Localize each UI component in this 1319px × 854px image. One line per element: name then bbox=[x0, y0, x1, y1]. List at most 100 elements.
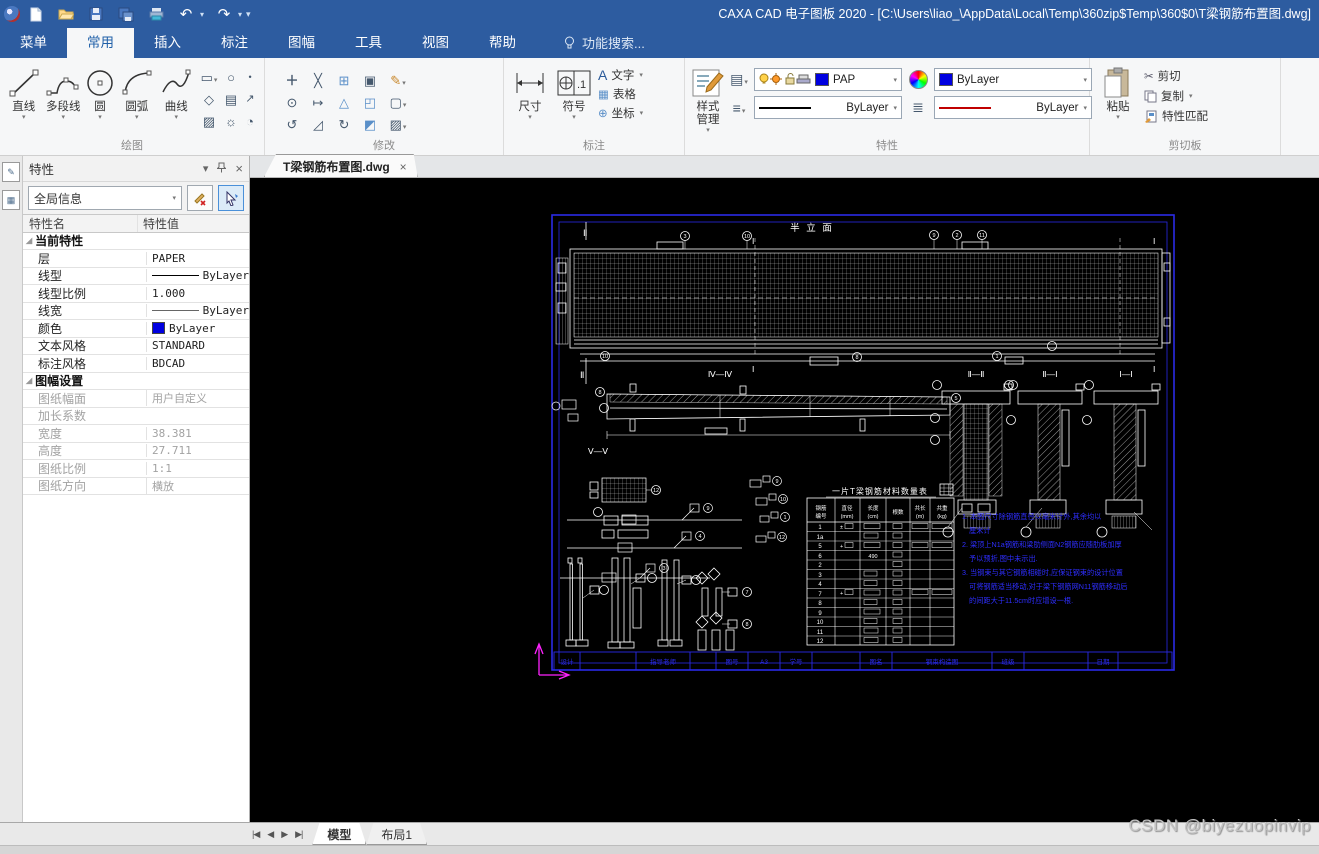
mirror-icon[interactable]: △ bbox=[339, 96, 349, 109]
tab-insert[interactable]: 插入 bbox=[134, 25, 201, 58]
polyline-tool[interactable]: 多段线 ▾ bbox=[45, 63, 80, 121]
first-tab-icon[interactable]: |◀ bbox=[252, 829, 260, 840]
tab-nav-arrows[interactable]: |◀ ◀ ▶ ▶| bbox=[252, 823, 303, 845]
menu-button[interactable]: 菜单 bbox=[0, 25, 67, 58]
redo-icon[interactable]: ↷ bbox=[214, 4, 234, 24]
save-all-icon[interactable] bbox=[116, 4, 136, 24]
section-sheet[interactable]: ◢ 图幅设置 bbox=[23, 373, 249, 390]
linetype-combo[interactable]: ByLayer ▾ bbox=[754, 96, 902, 119]
tab-model[interactable]: 模型 bbox=[312, 823, 366, 845]
tab-view[interactable]: 视图 bbox=[402, 25, 469, 58]
prop-row-linetype[interactable]: 线型 ByLayer bbox=[23, 268, 249, 285]
prop-row-sheetsize[interactable]: 图纸幅面 用户自定义 bbox=[23, 390, 249, 408]
layer-combo[interactable]: PAP ▾ bbox=[754, 68, 902, 91]
offset-icon[interactable]: ⊙ bbox=[287, 96, 298, 109]
prop-row-color[interactable]: 颜色 ByLayer bbox=[23, 320, 249, 338]
hatch-icon[interactable]: ▨ bbox=[203, 115, 215, 128]
new-file-icon[interactable] bbox=[26, 4, 46, 24]
coordinate-tool[interactable]: ⊕ 坐标 ▾ bbox=[598, 105, 643, 121]
rectangle-icon[interactable]: ▭▾ bbox=[201, 71, 218, 84]
point-icon[interactable]: • bbox=[248, 72, 251, 82]
hatch-edit-icon[interactable]: ▨▾ bbox=[390, 118, 407, 131]
match-properties-tool[interactable]: 特性匹配 bbox=[1144, 108, 1208, 124]
paste-tool[interactable]: 粘贴 ▾ bbox=[1096, 63, 1140, 121]
prop-row-scale[interactable]: 图纸比例 1:1 bbox=[23, 460, 249, 478]
break-icon[interactable]: ╳ bbox=[314, 74, 322, 87]
move-icon[interactable]: ＋ bbox=[285, 74, 298, 87]
line-tool[interactable]: 直线 ▾ bbox=[6, 63, 41, 121]
function-search[interactable]: 功能搜索... bbox=[564, 33, 645, 52]
undo-dropdown-icon[interactable]: ▾ bbox=[200, 10, 204, 19]
undo-icon[interactable]: ↶ bbox=[176, 4, 196, 24]
circle-tool[interactable]: 圆 ▾ bbox=[85, 63, 115, 121]
tab-layout1[interactable]: 布局1 bbox=[366, 823, 427, 845]
prop-row-textstyle[interactable]: 文本风格 STANDARD bbox=[23, 338, 249, 355]
prop-row-width[interactable]: 宽度 38.381 bbox=[23, 425, 249, 443]
linetype-tool-icon[interactable]: ≡▾ bbox=[733, 100, 746, 116]
dimension-tool[interactable]: 尺寸 ▾ bbox=[510, 63, 550, 121]
tab-annotate[interactable]: 标注 bbox=[201, 25, 268, 58]
lineweight-tool-icon[interactable]: ≣ bbox=[912, 99, 924, 116]
fillet-icon[interactable]: ◰ bbox=[364, 96, 376, 109]
rotate-icon[interactable]: ↺ bbox=[287, 118, 298, 131]
redo-dropdown-icon[interactable]: ▾ bbox=[238, 10, 242, 19]
tab-close-icon[interactable]: × bbox=[400, 160, 407, 174]
document-tab[interactable]: T梁钢筋布置图.dwg × bbox=[264, 154, 418, 177]
quick-select-button[interactable] bbox=[218, 185, 244, 211]
app-icon[interactable] bbox=[4, 6, 20, 22]
spline-tool[interactable]: 曲线 ▾ bbox=[159, 63, 194, 121]
arc-tool[interactable]: 圆弧 ▾ bbox=[119, 63, 154, 121]
open-file-icon[interactable] bbox=[56, 4, 76, 24]
qat-customize-icon[interactable]: ▾ bbox=[246, 9, 251, 20]
lineweight-combo[interactable]: ByLayer ▾ bbox=[934, 96, 1092, 119]
gear-icon[interactable]: ☼ bbox=[225, 115, 237, 128]
text-tool[interactable]: A 文字 ▾ bbox=[598, 67, 643, 83]
prop-row-dimstyle[interactable]: 标注风格 BDCAD bbox=[23, 355, 249, 373]
close-icon[interactable]: × bbox=[235, 161, 243, 176]
pin-icon[interactable] bbox=[216, 162, 228, 176]
pick-icon[interactable]: ↗ bbox=[245, 93, 254, 105]
wipeout-icon[interactable]: ◔ bbox=[246, 115, 254, 128]
layer-tool-icon[interactable]: ▤▾ bbox=[730, 71, 748, 88]
tab-common[interactable]: 常用 bbox=[67, 25, 134, 58]
copy-tool[interactable]: 复制 ▾ bbox=[1144, 88, 1208, 104]
prop-row-orientation[interactable]: 图纸方向 横放 bbox=[23, 477, 249, 495]
prev-tab-icon[interactable]: ◀ bbox=[267, 829, 274, 840]
style-manager-tool[interactable]: 样式管理 ▾ bbox=[691, 63, 725, 134]
cut-tool[interactable]: ✂ 剪切 bbox=[1144, 68, 1208, 84]
color-wheel-icon[interactable] bbox=[908, 70, 928, 89]
extend-icon[interactable]: ↦ bbox=[313, 96, 324, 109]
save-icon[interactable] bbox=[86, 4, 106, 24]
edit-icon[interactable]: ✎▾ bbox=[390, 74, 405, 87]
clear-edit-button[interactable] bbox=[187, 185, 213, 211]
collapse-icon[interactable]: ◢ bbox=[26, 376, 32, 385]
tab-sheet[interactable]: 图幅 bbox=[268, 25, 335, 58]
rect-array-icon[interactable]: ▢▾ bbox=[390, 96, 407, 109]
prop-row-height[interactable]: 高度 27.711 bbox=[23, 443, 249, 460]
ellipse-icon[interactable]: ○ bbox=[227, 71, 235, 84]
library-palette-icon[interactable]: ▦ bbox=[2, 190, 20, 210]
drawing-canvas[interactable]: 半 立 面 Ⅴ—Ⅴ Ⅳ—Ⅳ Ⅱ—Ⅱ Ⅱ—Ⅰ Ⅰ—Ⅰ Ⅱ Ⅱ Ⅰ Ⅰ Ⅰ Ⅰ 一片… bbox=[250, 178, 1319, 822]
prop-row-lineweight[interactable]: 线宽 ByLayer bbox=[23, 303, 249, 320]
table-tool[interactable]: ▦ 表格 bbox=[598, 86, 643, 102]
next-tab-icon[interactable]: ▶ bbox=[281, 829, 288, 840]
properties-palette-icon[interactable]: ✎ bbox=[2, 162, 20, 182]
section-current[interactable]: ◢ 当前特性 bbox=[23, 233, 249, 250]
tab-tools[interactable]: 工具 bbox=[335, 25, 402, 58]
tab-help[interactable]: 帮助 bbox=[469, 25, 536, 58]
prop-row-extfactor[interactable]: 加长系数 bbox=[23, 408, 249, 425]
rotate-copy-icon[interactable]: ↻ bbox=[339, 118, 350, 131]
panel-menu-icon[interactable]: ▾ bbox=[203, 162, 209, 175]
block-icon[interactable]: ▤ bbox=[225, 93, 237, 106]
scope-selector[interactable]: 全局信息 ▾ bbox=[28, 186, 182, 210]
array-icon[interactable]: ⊞ bbox=[339, 74, 350, 87]
print-icon[interactable] bbox=[146, 4, 166, 24]
polygon-icon[interactable]: ◇ bbox=[204, 93, 214, 106]
prop-row-layer[interactable]: 层 PAPER bbox=[23, 250, 249, 268]
last-tab-icon[interactable]: ▶| bbox=[295, 829, 303, 840]
copy-object-icon[interactable]: ▣ bbox=[364, 74, 376, 87]
chamfer-icon[interactable]: ◿ bbox=[313, 118, 323, 131]
color-combo[interactable]: ByLayer ▾ bbox=[934, 68, 1092, 91]
prop-row-ltscale[interactable]: 线型比例 1.000 bbox=[23, 285, 249, 303]
cad-drawing[interactable]: 半 立 面 Ⅴ—Ⅴ Ⅳ—Ⅳ Ⅱ—Ⅱ Ⅱ—Ⅰ Ⅰ—Ⅰ Ⅱ Ⅱ Ⅰ Ⅰ Ⅰ Ⅰ 一片… bbox=[250, 178, 1319, 822]
